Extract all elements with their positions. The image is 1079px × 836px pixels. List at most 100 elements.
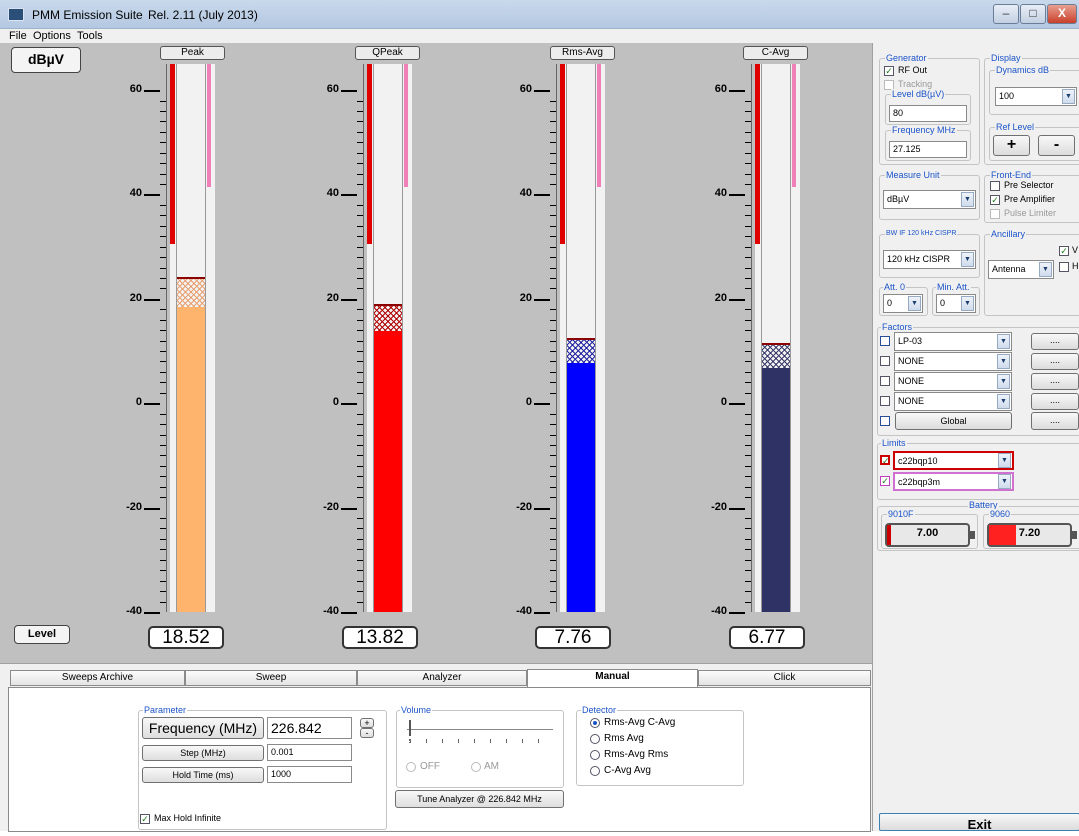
peak-line [374,304,402,307]
rf-out-checkbox[interactable]: ✓ [884,66,894,76]
detector-radio-4[interactable] [590,766,600,776]
scale-tick [534,194,550,196]
bottom-panel: Sweeps Archive Sweep Analyzer Manual Cli… [0,663,872,832]
pre-selector-checkbox[interactable] [990,181,1000,191]
manual-frequency-input[interactable]: 226.842 [267,717,352,739]
menu-bar: File Options Tools [0,29,1079,43]
detector-label-4: C-Avg Avg [604,765,651,776]
global-button[interactable]: Global [895,412,1012,430]
factor-3-dots-button[interactable]: .... [1031,373,1079,390]
factor-4-checkbox[interactable] [880,396,890,406]
tab-sweeps-archive[interactable]: Sweeps Archive [10,670,185,686]
factor-2-dots-button[interactable]: .... [1031,353,1079,370]
factor-3-checkbox[interactable] [880,376,890,386]
level-button[interactable]: Level [14,625,70,644]
tab-analyzer[interactable]: Analyzer [357,670,527,686]
menu-options[interactable]: Options [33,29,71,43]
pre-amplifier-checkbox[interactable]: ✓ [990,195,1000,205]
generator-title: Generator [885,53,928,63]
maximize-button[interactable]: □ [1020,4,1046,24]
frequency-up-button[interactable]: + [360,718,374,728]
ref-level-title: Ref Level [995,122,1036,132]
scale-tick [729,90,745,92]
peak-line [177,277,205,280]
limit-2-checkbox[interactable]: ✓ [880,476,890,486]
scale-tick [341,90,357,92]
min-att-select[interactable]: 0 ▼ [936,294,976,313]
menu-file[interactable]: File [9,29,27,43]
volume-slider-handle[interactable] [409,720,411,736]
level-input[interactable]: 80 [889,105,967,122]
max-hold-checkbox[interactable]: ✓ [140,814,150,824]
tune-analyzer-button[interactable]: Tune Analyzer @ 226.842 MHz [395,790,564,808]
scale-tick [534,90,550,92]
minimize-button[interactable]: – [993,4,1019,24]
factor-1-dots-button[interactable]: .... [1031,333,1079,350]
volume-slider-track[interactable] [407,729,553,730]
measure-unit-select[interactable]: dBµV ▼ [883,190,976,209]
scale-tick-label: 20 [519,292,532,304]
global-dots-button[interactable]: .... [1031,412,1079,430]
factor-1-checkbox[interactable] [880,336,890,346]
limit-2-select[interactable]: c22bqp3m ▼ [893,472,1014,491]
battery-9060-gauge: 7.20 [987,523,1077,547]
hold-time-button[interactable]: Hold Time (ms) [142,767,264,783]
step-input[interactable]: 0.001 [267,744,352,761]
scale-tick-label: -40 [711,605,727,617]
scale-tick-label: 0 [720,396,727,408]
factor-2-checkbox[interactable] [880,356,890,366]
detector-radio-2[interactable] [590,734,600,744]
limit-1-select[interactable]: c22bqp10 ▼ [893,451,1014,470]
factor-2-select[interactable]: NONE ▼ [894,352,1012,371]
tab-click[interactable]: Click [698,670,871,686]
unit-button[interactable]: dBµV [11,47,81,73]
horizontal-label: H [1072,261,1079,271]
battery-9010f-value: 7.00 [916,527,939,539]
att-select[interactable]: 0 ▼ [883,294,923,313]
exit-button[interactable]: Exit [879,813,1079,832]
factor-1-select[interactable]: LP-03 ▼ [894,332,1012,351]
battery-9010f-gauge: 7.00 [885,523,975,547]
ancillary-select[interactable]: Antenna ▼ [988,260,1054,279]
bw-select[interactable]: 120 kHz CISPR ▼ [883,250,976,269]
factor-3-select[interactable]: NONE ▼ [894,372,1012,391]
limit-1-checkbox[interactable]: ✓ [880,455,890,466]
menu-tools[interactable]: Tools [77,29,103,43]
channel-label-c-avg: C-Avg [743,46,808,60]
volume-off-radio[interactable] [406,762,416,772]
ref-level-minus-button[interactable]: - [1038,135,1075,156]
parameter-title: Parameter [143,705,188,715]
factor-4-dots-button[interactable]: .... [1031,393,1079,410]
tab-sweep[interactable]: Sweep [185,670,357,686]
scale-tick-label: 40 [129,187,142,199]
horizontal-checkbox[interactable] [1059,262,1069,272]
ref-level-plus-button[interactable]: + [993,135,1030,156]
pulse-limiter-checkbox[interactable] [990,209,1000,219]
battery-9010f-title: 9010F [887,509,915,519]
frequency-mhz-button[interactable]: Frequency (MHz) [142,717,264,739]
frequency-down-button[interactable]: - [360,728,374,738]
dynamics-select[interactable]: 100 ▼ [995,87,1077,106]
factor-4-select[interactable]: NONE ▼ [894,392,1012,411]
level-fill [762,367,790,612]
close-button[interactable]: X [1047,4,1077,24]
step-button[interactable]: Step (MHz) [142,745,264,761]
scale-tick [341,508,357,510]
detector-radio-3[interactable] [590,750,600,760]
scale-tick-label: 20 [129,292,142,304]
frequency-input[interactable]: 27.125 [889,141,967,158]
release-label: Rel. 2.11 (July 2013) [148,8,258,22]
min-att-value: 0 [940,298,946,308]
channel-label-rms-avg: Rms-Avg [550,46,615,60]
control-panel: Generator ✓ RF Out Tracking Level dB(µV)… [872,43,1079,832]
volume-am-radio[interactable] [471,762,481,772]
limit-red-strip [367,64,372,245]
vertical-checkbox[interactable]: ✓ [1059,246,1069,256]
global-checkbox[interactable] [880,416,890,426]
scale-tick [341,403,357,405]
tab-manual[interactable]: Manual [527,669,698,687]
ancillary-title: Ancillary [990,229,1027,239]
detector-radio-1[interactable] [590,718,600,728]
scale-tick-label: 60 [326,83,339,95]
hold-time-input[interactable]: 1000 [267,766,352,783]
